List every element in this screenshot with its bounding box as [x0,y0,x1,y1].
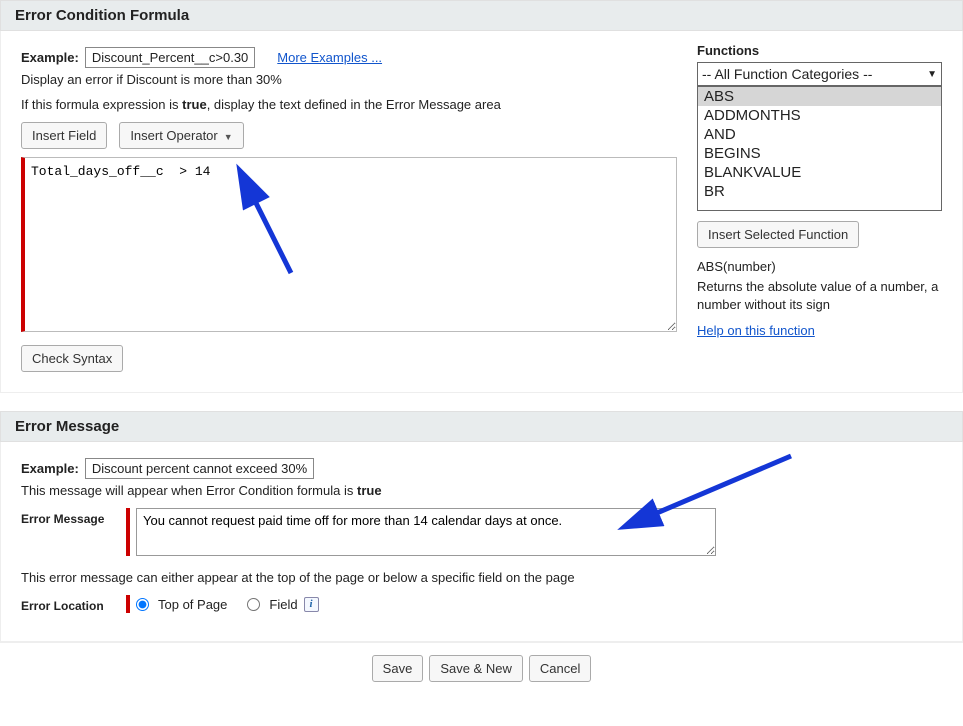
message-section-body: Example: Discount percent cannot exceed … [0,442,963,642]
section-header-message: Error Message [0,411,963,442]
formula-section-title: Error Condition Formula [15,7,189,24]
function-item-br[interactable]: BR [698,182,941,201]
error-message-label: Error Message [21,508,126,526]
function-item-blankvalue[interactable]: BLANKVALUE [698,163,941,182]
location-hint: This error message can either appear at … [21,570,942,585]
location-field-radio[interactable] [247,598,260,611]
insert-field-button[interactable]: Insert Field [21,122,107,149]
error-message-textarea[interactable] [136,508,716,556]
example-description: Display an error if Discount is more tha… [21,72,677,87]
footer-buttons: Save Save & New Cancel [0,642,963,694]
functions-label: Functions [697,43,942,58]
function-item-and[interactable]: AND [698,125,941,144]
cancel-button[interactable]: Cancel [529,655,591,682]
function-category-select[interactable]: -- All Function Categories -- ▼ [697,62,942,86]
example-formula-box: Discount_Percent__c>0.30 [85,47,255,68]
example-label: Example: [21,50,79,65]
formula-textarea[interactable] [21,157,677,332]
formula-section-body: Example: Discount_Percent__c>0.30 More E… [0,31,963,393]
required-indicator [126,508,130,556]
location-top-radio-label[interactable]: Top of Page [136,597,227,612]
required-indicator [126,595,130,613]
message-example-label: Example: [21,461,79,476]
save-and-new-button[interactable]: Save & New [429,655,523,682]
function-list[interactable]: ABS ADDMONTHS AND BEGINS BLANKVALUE BR [697,86,942,211]
info-icon[interactable]: i [304,597,319,612]
chevron-down-icon: ▼ [927,69,937,80]
help-on-function-link[interactable]: Help on this function [697,323,815,338]
error-location-label: Error Location [21,595,126,613]
check-syntax-button[interactable]: Check Syntax [21,345,123,372]
function-description: Returns the absolute value of a number, … [697,278,942,314]
message-example-box: Discount percent cannot exceed 30% [85,458,314,479]
function-item-addmonths[interactable]: ADDMONTHS [698,106,941,125]
function-item-abs[interactable]: ABS [698,87,941,106]
save-button[interactable]: Save [372,655,424,682]
insert-selected-function-button[interactable]: Insert Selected Function [697,221,859,248]
function-item-begins[interactable]: BEGINS [698,144,941,163]
function-signature: ABS(number) [697,258,942,276]
insert-operator-button[interactable]: Insert Operator [119,122,243,149]
message-hint: This message will appear when Error Cond… [21,483,942,498]
section-header-formula: Error Condition Formula [0,0,963,31]
more-examples-link[interactable]: More Examples ... [277,50,382,65]
location-top-radio[interactable] [136,598,149,611]
message-section-title: Error Message [15,418,119,435]
location-field-radio-label[interactable]: Field [247,597,297,612]
formula-hint: If this formula expression is true, disp… [21,97,677,112]
